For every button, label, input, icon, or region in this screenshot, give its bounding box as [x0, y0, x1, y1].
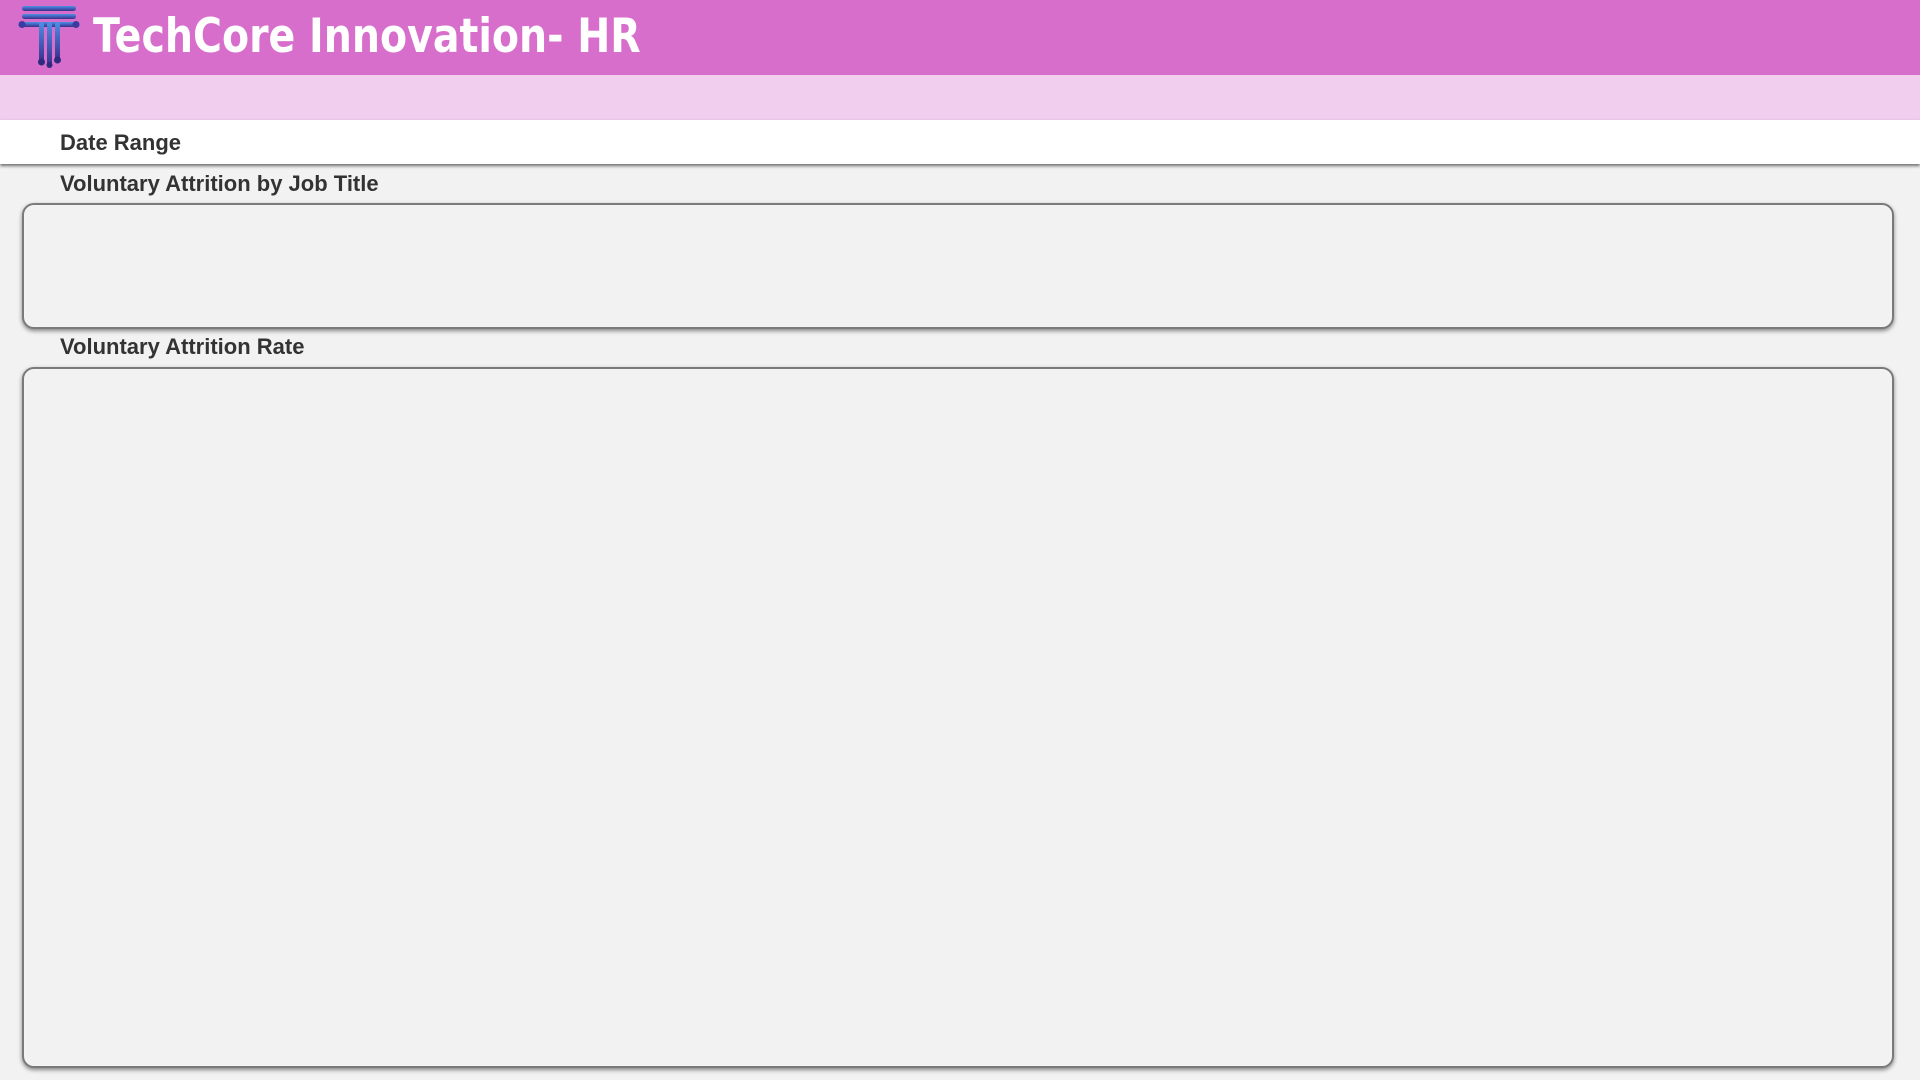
job-title-section-title: Voluntary Attrition by Job Title	[60, 171, 379, 196]
filter-bar: Date Range	[0, 120, 1920, 164]
app-header: TechCore Innovation- HR	[0, 0, 1920, 75]
job-title-attrition-panel[interactable]	[22, 203, 1894, 329]
attrition-rate-panel[interactable]	[22, 367, 1894, 1068]
date-range-filter[interactable]: Date Range	[60, 130, 181, 156]
letter-t-circuit-icon	[18, 6, 80, 68]
app-title: TechCore Innovation- HR	[93, 9, 641, 64]
attrition-rate-section-title: Voluntary Attrition Rate	[60, 334, 305, 359]
header-subband	[0, 75, 1920, 120]
